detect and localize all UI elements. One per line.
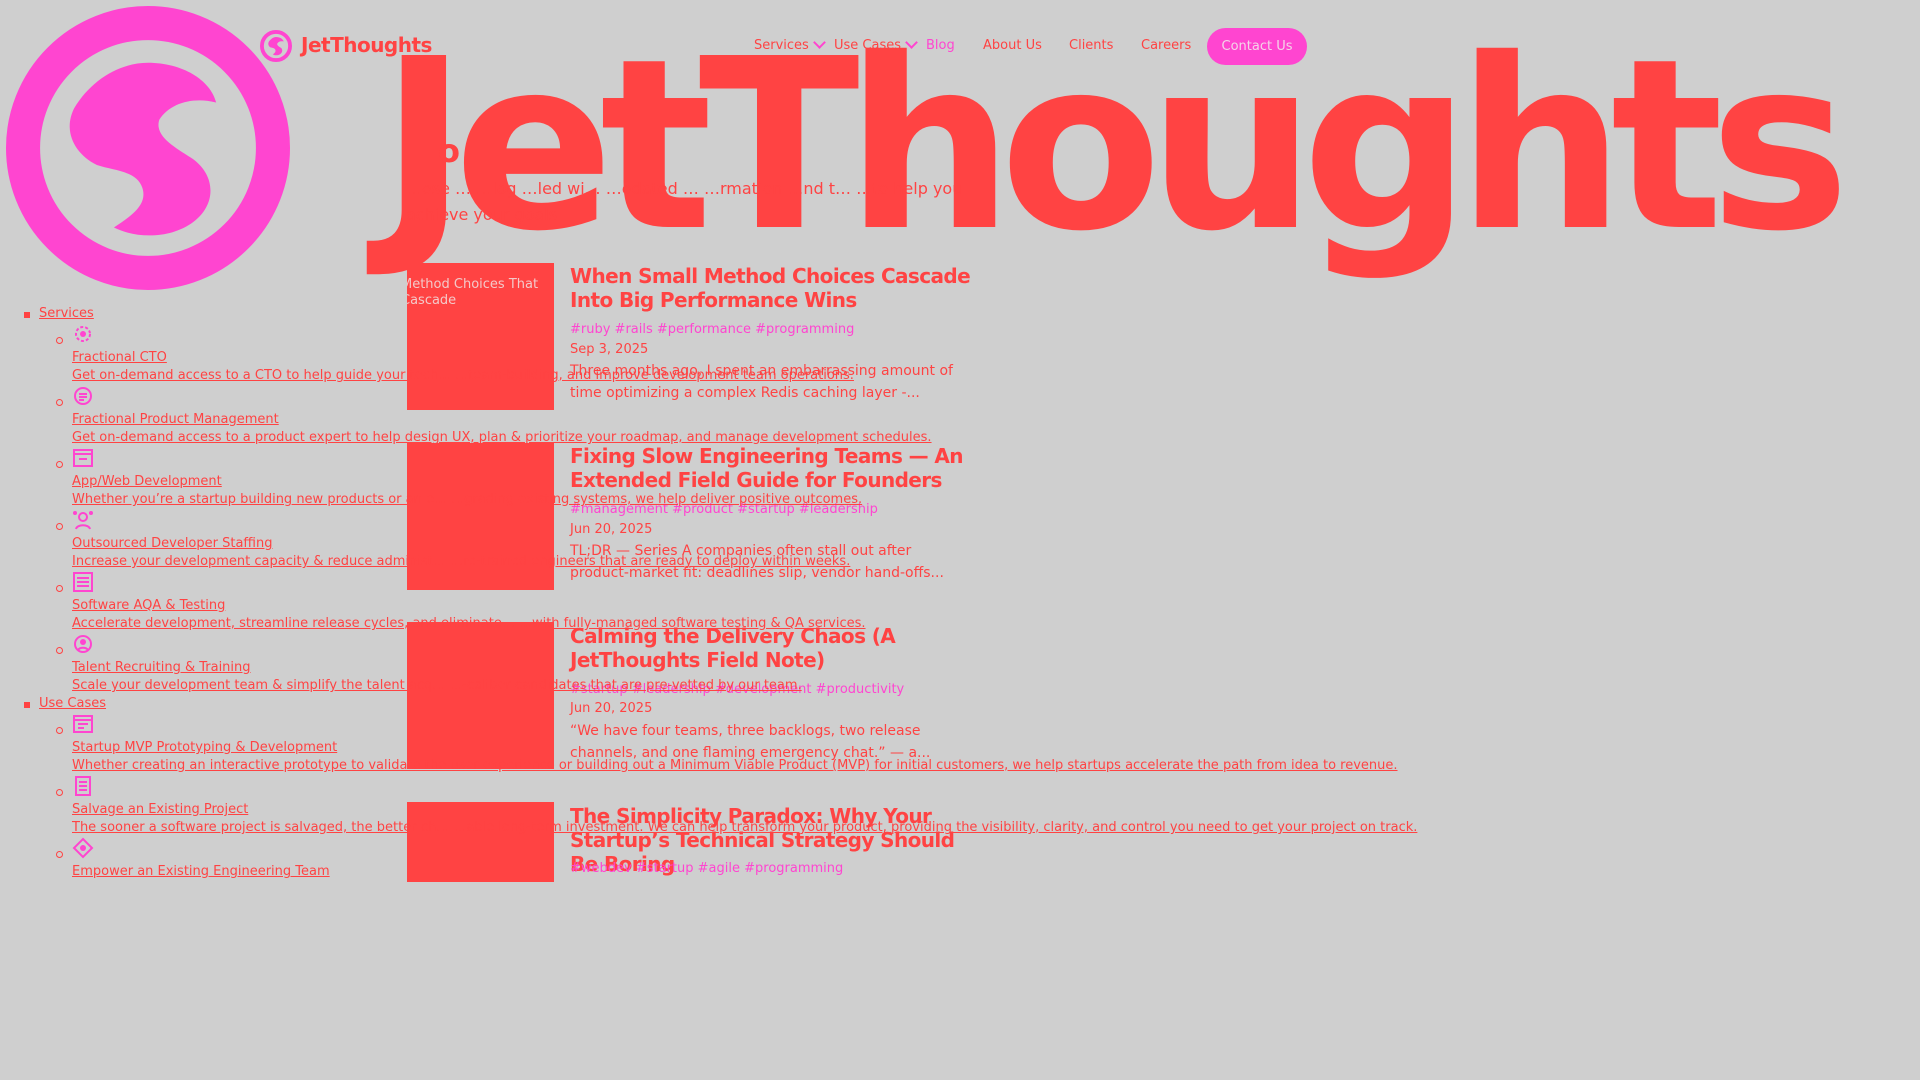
brand-name[interactable]: JetThoughts (301, 33, 432, 57)
salvage-document-icon (75, 776, 91, 796)
post-thumbnail[interactable] (407, 622, 554, 769)
chevron-down-icon (905, 36, 918, 49)
menu-item-description[interactable]: Get on-demand access to a product expert… (72, 430, 932, 445)
chevron-down-icon (812, 36, 826, 49)
list-bullet (56, 399, 63, 406)
menu-item-title[interactable]: Talent Recruiting & Training (72, 660, 251, 675)
menu-use-cases-link[interactable]: Use Cases (39, 696, 106, 711)
post-tags[interactable]: #webdev #startup #agile #programming (570, 861, 843, 876)
testing-list-icon (73, 572, 93, 592)
menu-item-description[interactable]: Increase your development capacity & red… (72, 554, 850, 569)
post-title[interactable]: Calming the Delivery Chaos (A JetThought… (570, 624, 980, 672)
list-bullet (24, 312, 30, 318)
post-title[interactable]: Fixing Slow Engineering Teams — An Exten… (570, 444, 980, 492)
post-thumbnail[interactable]: Method Choices ThatCascade (407, 263, 554, 410)
menu-item-title[interactable]: App/Web Development (72, 474, 222, 489)
jetthoughts-logo-icon[interactable] (260, 30, 292, 62)
list-bullet (56, 337, 63, 344)
menu-item-description[interactable]: Scale your development team & simplify t… (72, 678, 802, 693)
list-bullet (56, 585, 63, 592)
menu-item-title[interactable]: Salvage an Existing Project (72, 802, 248, 817)
menu-item-description[interactable]: The sooner a software project is salvage… (72, 820, 1417, 835)
menu-services-link[interactable]: Services (39, 306, 94, 321)
top-navigation: JetThoughts Services Use Cases Blog Abou… (0, 0, 1568, 92)
list-bullet (56, 727, 63, 734)
menu-item-description[interactable]: Whether you’re a startup building new pr… (72, 492, 862, 507)
menu-item-title[interactable]: Empower an Existing Engineering Team (72, 864, 330, 879)
product-management-icon (74, 387, 92, 405)
menu-item-title[interactable]: Outsourced Developer Staffing (72, 536, 273, 551)
cto-gear-icon (75, 326, 91, 342)
prototype-window-icon (73, 715, 93, 733)
recruiting-icon (74, 635, 92, 653)
nav-use-cases[interactable]: Use Cases (834, 36, 918, 53)
nav-use-cases-label: Use Cases (834, 38, 902, 53)
post-date: Sep 3, 2025 (570, 342, 649, 357)
menu-item-title[interactable]: Software AQA & Testing (72, 598, 225, 613)
contact-us-button[interactable]: Contact Us (1207, 28, 1307, 65)
list-bullet (24, 702, 30, 708)
web-window-icon (73, 449, 93, 467)
post-title[interactable]: When Small Method Choices Cascade Into B… (570, 264, 980, 312)
list-bullet (56, 647, 63, 654)
thumbnail-caption: Method Choices ThatCascade (407, 277, 539, 308)
intro-text: …ose … …log …led wi… …odated … …rmation … (406, 179, 963, 224)
menu-item-description[interactable]: Accelerate development, streamline relea… (72, 616, 866, 631)
post-tags[interactable]: #ruby #rails #performance #programming (570, 322, 854, 337)
post-date: Jun 20, 2025 (570, 701, 653, 716)
list-bullet (56, 523, 63, 530)
nav-blog[interactable]: Blog (926, 38, 955, 53)
nav-services-label: Services (754, 38, 809, 53)
menu-item-description[interactable]: Get on-demand access to a CTO to help gu… (72, 368, 854, 383)
nav-about-us[interactable]: About Us (983, 38, 1042, 53)
list-bullet (56, 461, 63, 468)
post-date: Jun 20, 2025 (570, 522, 653, 537)
menu-item-title[interactable]: Startup MVP Prototyping & Development (72, 740, 337, 755)
menu-item-title[interactable]: Fractional CTO (72, 350, 167, 365)
list-bullet (56, 851, 63, 858)
menu-item-description[interactable]: Whether creating an interactive prototyp… (72, 758, 1398, 773)
post-thumbnail[interactable] (407, 802, 554, 882)
list-bullet (56, 789, 63, 796)
menu-item-title[interactable]: Fractional Product Management (72, 412, 279, 427)
page-heading-fragment: o (438, 132, 460, 170)
nav-careers[interactable]: Careers (1141, 38, 1191, 53)
nav-services[interactable]: Services (754, 36, 826, 53)
nav-clients[interactable]: Clients (1069, 38, 1113, 53)
empower-diamond-icon (72, 837, 94, 859)
developer-staffing-icon (73, 511, 93, 530)
